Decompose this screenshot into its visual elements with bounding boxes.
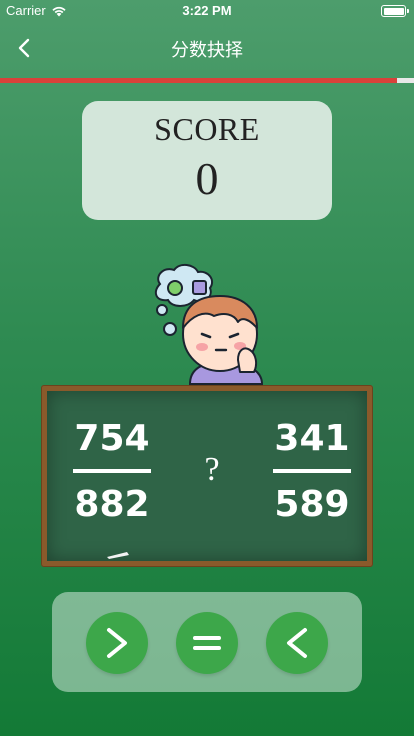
circle-shape-icon bbox=[167, 280, 183, 296]
left-fraction-bar bbox=[73, 469, 151, 473]
greater-than-icon bbox=[107, 628, 127, 658]
chalk-icon bbox=[107, 552, 129, 559]
answer-panel bbox=[52, 592, 362, 692]
equals-icon bbox=[193, 636, 221, 650]
greater-than-button[interactable] bbox=[86, 612, 148, 674]
square-shape-icon bbox=[192, 280, 207, 295]
right-numerator: 341 bbox=[274, 418, 350, 459]
left-denominator: 882 bbox=[74, 484, 150, 525]
status-time: 3:22 PM bbox=[182, 3, 232, 18]
thinking-kid-illustration bbox=[154, 264, 264, 385]
progress-bar bbox=[0, 78, 414, 83]
progress-fill bbox=[0, 78, 398, 83]
right-fraction-bar bbox=[273, 469, 351, 473]
right-fraction: 341 589 bbox=[271, 391, 353, 527]
comparison-placeholder: ? bbox=[204, 451, 220, 488]
left-fraction: 754 882 bbox=[71, 391, 153, 527]
equals-button[interactable] bbox=[176, 612, 238, 674]
less-than-button[interactable] bbox=[266, 612, 328, 674]
score-card: SCORE 0 bbox=[82, 101, 332, 220]
nav-bar: 分数抉择 bbox=[0, 22, 414, 74]
chalkboard-surface: 754 882 ? 341 589 bbox=[47, 391, 367, 561]
score-value: 0 bbox=[195, 153, 219, 204]
right-denominator: 589 bbox=[274, 484, 350, 525]
score-label: SCORE bbox=[154, 111, 260, 147]
left-numerator: 754 bbox=[74, 418, 150, 459]
battery-icon bbox=[381, 5, 409, 17]
status-bar: Carrier 3:22 PM bbox=[0, 0, 414, 22]
page-title: 分数抉择 bbox=[171, 40, 243, 60]
less-than-icon bbox=[287, 628, 307, 658]
chalkboard: 754 882 ? 341 589 bbox=[41, 385, 373, 567]
